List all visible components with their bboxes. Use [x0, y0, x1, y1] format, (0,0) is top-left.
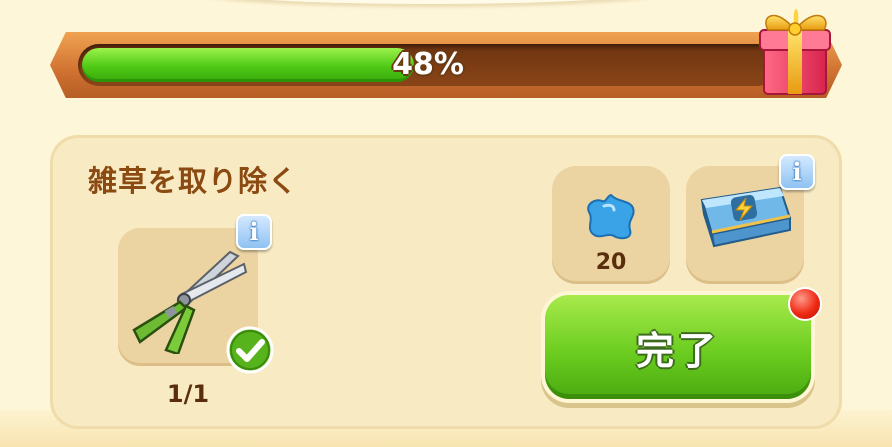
- check-icon: [226, 326, 274, 374]
- tool-count: 1/1: [166, 380, 210, 408]
- complete-button-label: 完了: [635, 328, 720, 373]
- tool-info-button[interactable]: i: [236, 214, 272, 250]
- blue-gem-icon: [587, 193, 635, 240]
- chest-info-button[interactable]: i: [779, 154, 815, 190]
- complete-button[interactable]: 完了: [545, 295, 811, 399]
- notification-dot: [788, 287, 822, 321]
- gem-reward-value: 20: [595, 250, 627, 275]
- progress-bar: 48%: [78, 44, 778, 86]
- task-title: 雑草を取り除く: [88, 164, 299, 198]
- top-panel-edge: [180, 0, 680, 4]
- gift-box-icon[interactable]: [754, 0, 838, 98]
- progress-label: 48%: [392, 47, 464, 82]
